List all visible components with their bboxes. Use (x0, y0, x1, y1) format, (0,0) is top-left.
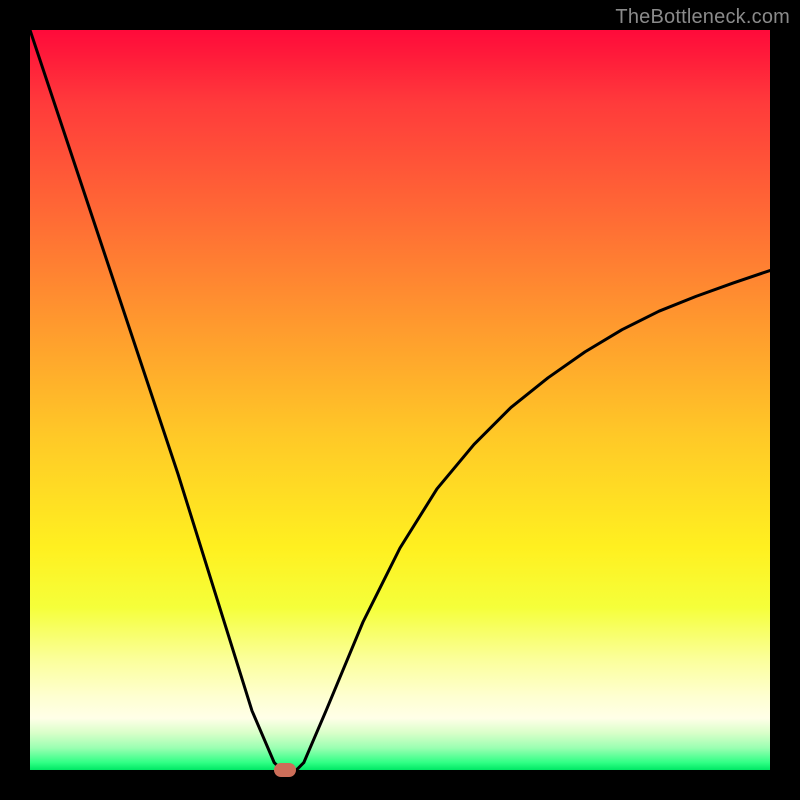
watermark-text: TheBottleneck.com (615, 6, 790, 29)
bottleneck-curve (30, 30, 770, 770)
curve-svg (30, 30, 770, 770)
chart-stage: TheBottleneck.com (0, 0, 800, 800)
plot-area (30, 30, 770, 770)
minimum-marker (274, 763, 296, 777)
